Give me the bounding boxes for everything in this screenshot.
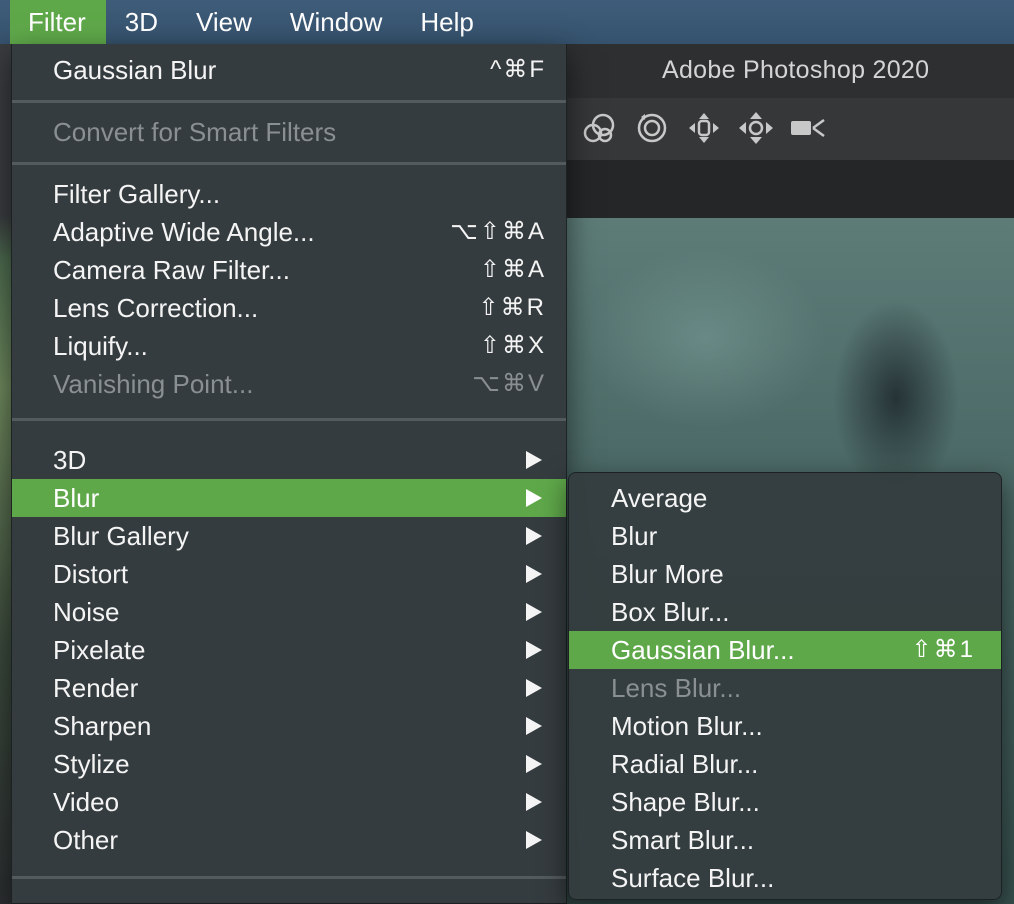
submenu-item-box-blur[interactable]: Box Blur...: [569, 593, 1001, 631]
menu-item-shortcut: ⇧⌘R: [478, 294, 546, 321]
camera-3d-icon[interactable]: [788, 108, 828, 148]
submenu-item-gaussian-blur[interactable]: Gaussian Blur... ⇧⌘1: [569, 631, 1001, 669]
menu-filter[interactable]: Filter: [10, 0, 106, 44]
menu-bar: Filter 3D View Window Help: [0, 0, 1014, 44]
menu-item-noise[interactable]: Noise: [12, 593, 566, 631]
submenu-arrow-icon: [526, 717, 542, 735]
menu-item-blur-gallery[interactable]: Blur Gallery: [12, 517, 566, 555]
menu-item-label: Blur More: [611, 559, 724, 589]
menu-item-shortcut: ^⌘F: [490, 56, 546, 83]
submenu-arrow-icon: [526, 603, 542, 621]
menu-item-shortcut: ⇧⌘A: [479, 256, 546, 283]
menu-item-label: Video: [53, 787, 120, 817]
menu-window[interactable]: Window: [271, 0, 401, 44]
menu-separator: [12, 876, 566, 879]
menu-item-label: Average: [611, 483, 708, 513]
submenu-item-radial-blur[interactable]: Radial Blur...: [569, 745, 1001, 783]
submenu-arrow-icon: [526, 527, 542, 545]
submenu-item-blur-more[interactable]: Blur More: [569, 555, 1001, 593]
submenu-item-blur[interactable]: Blur: [569, 517, 1001, 555]
menu-item-blur[interactable]: Blur: [12, 479, 566, 517]
menu-item-label: Liquify...: [53, 331, 148, 361]
menu-item-filter-gallery[interactable]: Filter Gallery...: [12, 175, 566, 213]
title-bar: Adobe Photoshop 2020: [566, 44, 1014, 99]
filter-menu: Gaussian Blur ^⌘F Convert for Smart Filt…: [11, 44, 567, 904]
menu-item-shortcut: ⌥⇧⌘A: [450, 218, 546, 245]
pan-3d-icon[interactable]: [684, 108, 724, 148]
submenu-item-average[interactable]: Average: [569, 479, 1001, 517]
menu-item-distort[interactable]: Distort: [12, 555, 566, 593]
menu-item-pixelate[interactable]: Pixelate: [12, 631, 566, 669]
submenu-arrow-icon: [526, 679, 542, 697]
menu-item-label: Blur Gallery: [53, 521, 189, 551]
menu-item-label: Render: [53, 673, 139, 703]
menu-item-shortcut: ⇧⌘X: [479, 332, 546, 359]
menu-item-label: Camera Raw Filter...: [53, 255, 290, 285]
orbit-3d-icon[interactable]: [580, 108, 620, 148]
menu-item-label: Other: [53, 825, 119, 855]
submenu-item-smart-blur[interactable]: Smart Blur...: [569, 821, 1001, 859]
menu-item-label: Shape Blur...: [611, 787, 760, 817]
menu-item-label: Surface Blur...: [611, 863, 775, 893]
menu-item-camera-raw-filter[interactable]: Camera Raw Filter... ⇧⌘A: [12, 251, 566, 289]
submenu-arrow-icon: [526, 565, 542, 583]
menu-view[interactable]: View: [177, 0, 271, 44]
roll-3d-icon[interactable]: [632, 108, 672, 148]
menu-item-shortcut: ⇧⌘1: [911, 636, 975, 663]
menu-item-vanishing-point: Vanishing Point... ⌥⌘V: [12, 365, 566, 403]
submenu-arrow-icon: [526, 755, 542, 773]
menu-separator: [12, 162, 566, 165]
menu-item-label: Gaussian Blur...: [611, 635, 795, 665]
menu-item-3d[interactable]: 3D: [12, 441, 566, 479]
menu-item-label: Blur: [611, 521, 658, 551]
submenu-arrow-icon: [526, 489, 542, 507]
menu-item-label: Filter Gallery...: [53, 179, 221, 209]
submenu-item-motion-blur[interactable]: Motion Blur...: [569, 707, 1001, 745]
submenu-arrow-icon: [526, 641, 542, 659]
menu-separator: [12, 418, 566, 421]
options-bar: [566, 98, 1014, 161]
menu-item-other[interactable]: Other: [12, 821, 566, 859]
menu-item-render[interactable]: Render: [12, 669, 566, 707]
menu-item-label: Lens Blur...: [611, 673, 742, 703]
submenu-arrow-icon: [526, 831, 542, 849]
menu-item-label: Noise: [53, 597, 120, 627]
menu-item-stylize[interactable]: Stylize: [12, 745, 566, 783]
slide-3d-icon[interactable]: [736, 108, 776, 148]
menu-item-adaptive-wide-angle[interactable]: Adaptive Wide Angle... ⌥⇧⌘A: [12, 213, 566, 251]
menu-item-liquify[interactable]: Liquify... ⇧⌘X: [12, 327, 566, 365]
menu-item-label: Blur: [53, 483, 100, 513]
menu-item-convert-smart-filters: Convert for Smart Filters: [12, 113, 566, 151]
blur-submenu: Average Blur Blur More Box Blur... Gauss…: [568, 472, 1002, 900]
menu-item-label: 3D: [53, 445, 87, 475]
menu-item-lens-correction[interactable]: Lens Correction... ⇧⌘R: [12, 289, 566, 327]
menu-item-label: Smart Blur...: [611, 825, 755, 855]
menu-help[interactable]: Help: [401, 0, 492, 44]
menu-item-label: Radial Blur...: [611, 749, 759, 779]
menu-item-label: Distort: [53, 559, 129, 589]
menu-3d[interactable]: 3D: [106, 0, 177, 44]
menu-item-label: Sharpen: [53, 711, 152, 741]
menu-item-shortcut: ⌥⌘V: [472, 370, 546, 397]
submenu-item-surface-blur[interactable]: Surface Blur...: [569, 859, 1001, 897]
submenu-item-lens-blur: Lens Blur...: [569, 669, 1001, 707]
menu-item-label: Vanishing Point...: [53, 369, 254, 399]
menu-separator: [12, 100, 566, 103]
window-title: Adobe Photoshop 2020: [662, 56, 930, 84]
menu-item-label: Pixelate: [53, 635, 146, 665]
menu-item-label: Lens Correction...: [53, 293, 259, 323]
menu-item-sharpen[interactable]: Sharpen: [12, 707, 566, 745]
menu-item-label: Motion Blur...: [611, 711, 763, 741]
menu-item-video[interactable]: Video: [12, 783, 566, 821]
menu-item-label: Stylize: [53, 749, 130, 779]
menu-item-label: Box Blur...: [611, 597, 730, 627]
submenu-arrow-icon: [526, 451, 542, 469]
submenu-item-shape-blur[interactable]: Shape Blur...: [569, 783, 1001, 821]
submenu-arrow-icon: [526, 793, 542, 811]
document-tab-bar: [566, 160, 1014, 218]
menu-item-label: Gaussian Blur: [53, 55, 217, 85]
menu-item-last-filter[interactable]: Gaussian Blur ^⌘F: [12, 51, 566, 89]
menu-item-label: Convert for Smart Filters: [53, 117, 337, 147]
menu-item-label: Adaptive Wide Angle...: [53, 217, 315, 247]
